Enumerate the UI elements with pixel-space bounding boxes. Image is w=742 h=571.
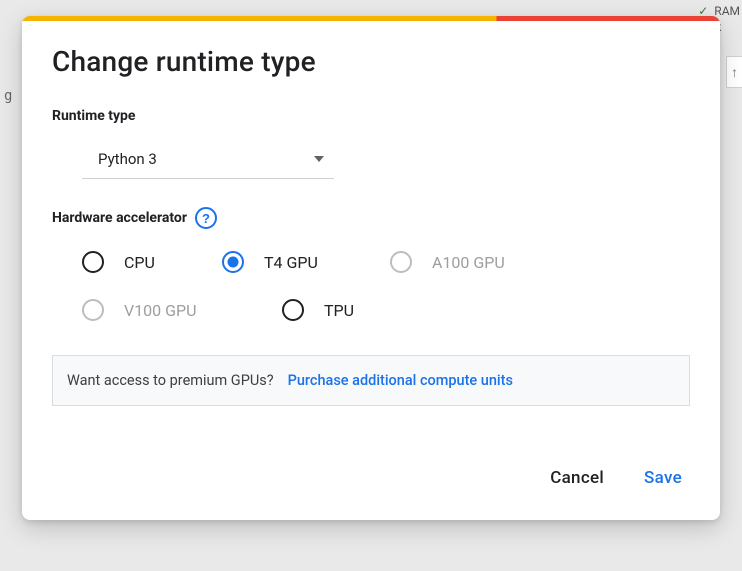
radio-icon: [222, 251, 244, 273]
save-button[interactable]: Save: [640, 462, 686, 494]
radio-label: TPU: [324, 301, 354, 320]
radio-icon: [82, 299, 104, 321]
radio-v100-gpu: V100 GPU: [82, 299, 282, 321]
radio-label: V100 GPU: [124, 301, 197, 320]
chevron-down-icon: [314, 156, 324, 162]
dialog-body: Change runtime type Runtime type Python …: [22, 21, 720, 520]
premium-promo-box: Want access to premium GPUs? Purchase ad…: [52, 355, 690, 406]
accelerator-label-row: Hardware accelerator ?: [52, 207, 690, 229]
runtime-type-label: Runtime type: [52, 108, 690, 124]
runtime-type-value: Python 3: [98, 150, 157, 168]
dialog-actions: Cancel Save: [52, 462, 690, 494]
bg-glyph: g: [4, 88, 12, 104]
radio-label: CPU: [124, 253, 155, 272]
dialog-title: Change runtime type: [52, 45, 690, 78]
radio-tpu[interactable]: TPU: [282, 299, 450, 321]
accelerator-label: Hardware accelerator: [52, 210, 187, 226]
scroll-up-button[interactable]: ↑: [726, 56, 742, 88]
accelerator-radio-group: CPU T4 GPU A100 GPU V100 GPU T: [82, 251, 690, 321]
radio-t4-gpu[interactable]: T4 GPU: [222, 251, 390, 273]
radio-icon: [82, 251, 104, 273]
purchase-compute-link[interactable]: Purchase additional compute units: [288, 372, 513, 389]
radio-a100-gpu: A100 GPU: [390, 251, 570, 273]
ram-label: RAM: [714, 4, 740, 18]
radio-label: T4 GPU: [264, 253, 318, 272]
cancel-button[interactable]: Cancel: [546, 462, 608, 494]
change-runtime-dialog: Change runtime type Runtime type Python …: [22, 16, 720, 520]
radio-cpu[interactable]: CPU: [82, 251, 222, 273]
radio-icon: [390, 251, 412, 273]
help-icon[interactable]: ?: [195, 207, 217, 229]
promo-text: Want access to premium GPUs?: [67, 372, 274, 389]
radio-icon: [282, 299, 304, 321]
radio-label: A100 GPU: [432, 253, 505, 272]
runtime-type-select[interactable]: Python 3: [82, 142, 334, 179]
